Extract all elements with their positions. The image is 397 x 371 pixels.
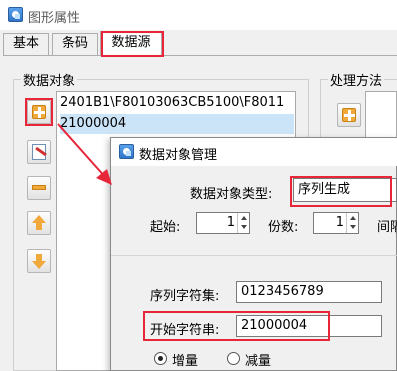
annotation-arrow-head [96,169,112,185]
annotation-arrow-line [57,123,107,179]
annotation-arrow [57,123,112,185]
